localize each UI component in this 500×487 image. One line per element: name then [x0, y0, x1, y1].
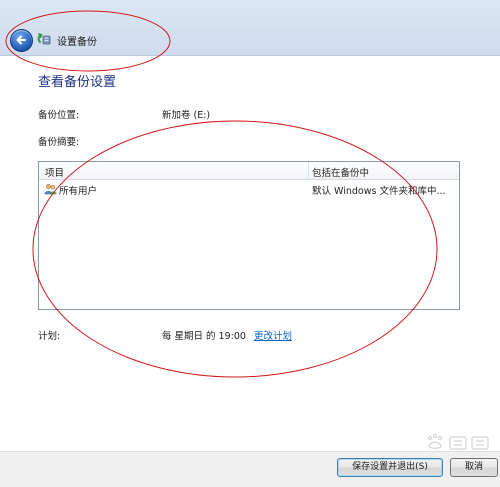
column-divider[interactable] [308, 162, 309, 179]
table-row[interactable]: 所有用户 默认 Windows 文件夹和库中... [39, 181, 459, 197]
save-and-exit-button[interactable]: 保存设置并退出(S) [337, 458, 443, 477]
backup-icon [37, 33, 51, 45]
page-title: 查看备份设置 [38, 75, 117, 90]
cancel-button[interactable]: 取消 [450, 458, 498, 477]
change-schedule-link[interactable]: 更改计划 [254, 328, 292, 342]
back-arrow-icon [16, 35, 26, 45]
users-icon [44, 183, 57, 195]
table-header: 项目 包括在备份中 [39, 162, 459, 180]
watermark-logo [427, 433, 489, 450]
column-header-included[interactable]: 包括在备份中 [312, 165, 369, 179]
row-item-name: 所有用户 [59, 186, 98, 197]
schedule-value: 每 星期日 的 19:00 [162, 331, 246, 342]
back-button[interactable] [10, 29, 33, 52]
window-title: 设置备份 [57, 37, 97, 48]
backup-location-value: 新加卷 (E:) [162, 110, 211, 121]
row-item-included: 默认 Windows 文件夹和库中... [312, 186, 446, 197]
backup-summary-table: 项目 包括在备份中 所有用户 默认 Windows 文件夹和库中... [38, 161, 460, 310]
column-header-item[interactable]: 项目 [45, 165, 64, 179]
schedule-label: 计划: [38, 331, 61, 342]
backup-summary-label: 备份摘要: [38, 137, 80, 148]
backup-location-label: 备份位置: [38, 110, 80, 121]
